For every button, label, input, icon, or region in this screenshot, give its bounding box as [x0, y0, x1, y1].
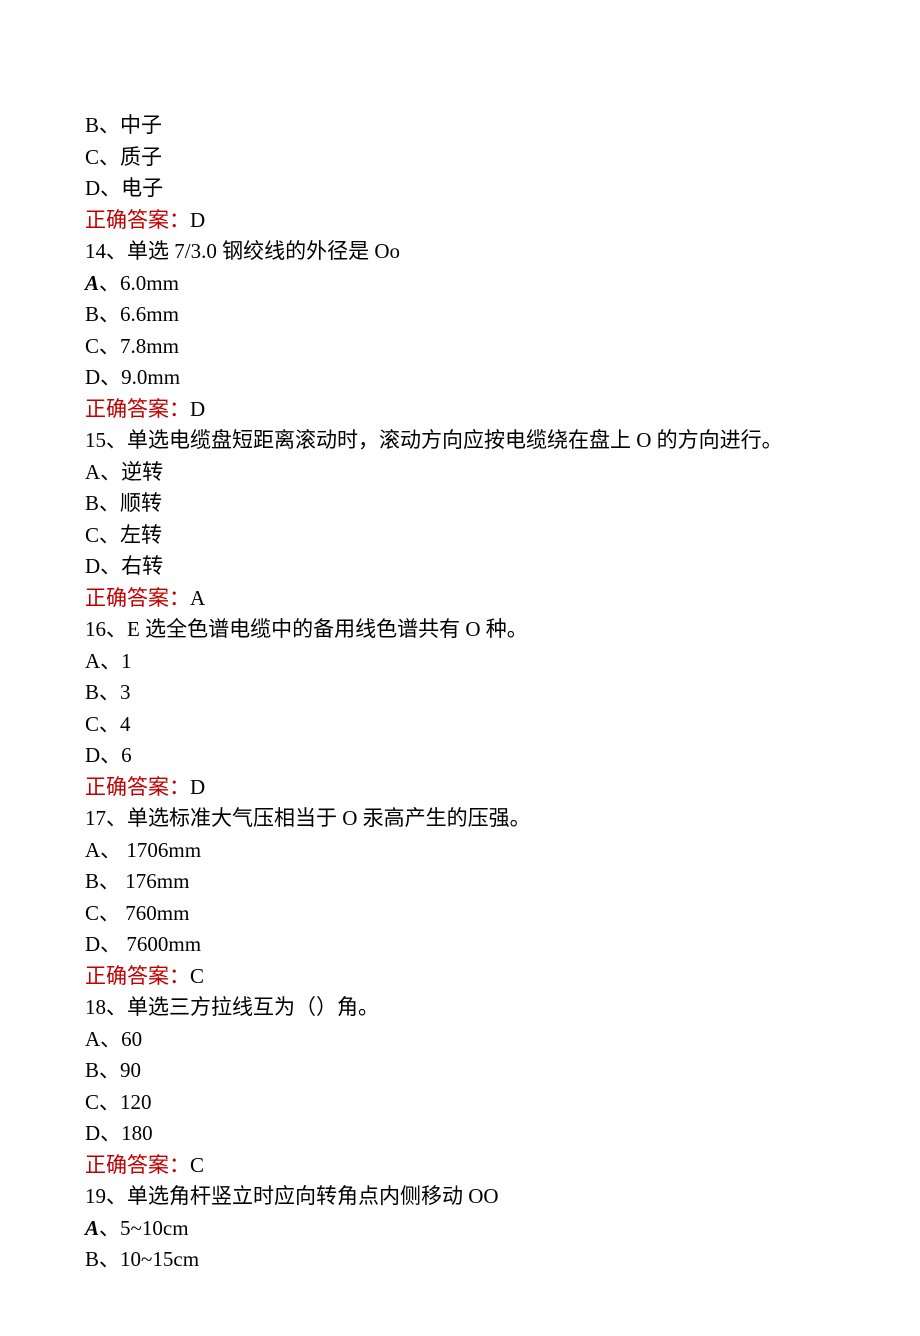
doc-line: B、中子 [85, 110, 835, 142]
text-content: A、1 [85, 649, 132, 673]
doc-line: D、右转 [85, 551, 835, 583]
answer-value: C [190, 964, 204, 988]
doc-line: C、4 [85, 709, 835, 741]
text-content: C、 760mm [85, 901, 189, 925]
doc-line: 正确答案：C [85, 961, 835, 993]
text-content: B、6.6mm [85, 302, 179, 326]
answer-value: D [190, 775, 205, 799]
text-content: D、6 [85, 743, 132, 767]
option-separator: 、 [99, 271, 120, 295]
option-value: 6.0mm [120, 271, 179, 295]
answer-label: 正确答案： [85, 775, 190, 799]
doc-line: B、3 [85, 677, 835, 709]
answer-value: D [190, 397, 205, 421]
doc-line: B、90 [85, 1055, 835, 1087]
text-content: C、120 [85, 1090, 152, 1114]
doc-line: D、 7600mm [85, 929, 835, 961]
text-content: A、逆转 [85, 460, 163, 484]
answer-value: D [190, 208, 205, 232]
doc-line: 19、单选角杆竖立时应向转角点内侧移动 OO [85, 1181, 835, 1213]
doc-line: A、60 [85, 1024, 835, 1056]
option-value: 5~10cm [120, 1216, 189, 1240]
answer-label: 正确答案： [85, 964, 190, 988]
text-content: B、3 [85, 680, 131, 704]
answer-value: A [190, 586, 205, 610]
doc-line: 17、单选标准大气压相当于 O 汞高产生的压强。 [85, 803, 835, 835]
doc-line: 15、单选电缆盘短距离滚动时，滚动方向应按电缆绕在盘上 O 的方向进行。 [85, 425, 835, 457]
text-content: D、右转 [85, 554, 163, 578]
text-content: C、7.8mm [85, 334, 179, 358]
text-content: 16、E 选全色谱电缆中的备用线色谱共有 O 种。 [85, 617, 528, 641]
text-content: D、 7600mm [85, 932, 201, 956]
doc-line: B、 176mm [85, 866, 835, 898]
text-content: B、10~15cm [85, 1247, 199, 1271]
text-content: 19、单选角杆竖立时应向转角点内侧移动 OO [85, 1184, 499, 1208]
doc-line: D、180 [85, 1118, 835, 1150]
text-content: 18、单选三方拉线互为（）角。 [85, 995, 379, 1019]
doc-line: 正确答案：D [85, 205, 835, 237]
text-content: C、4 [85, 712, 131, 736]
text-content: 17、单选标准大气压相当于 O 汞高产生的压强。 [85, 806, 531, 830]
doc-line: 正确答案：D [85, 394, 835, 426]
doc-line: C、7.8mm [85, 331, 835, 363]
text-content: A、 1706mm [85, 838, 201, 862]
doc-line: D、6 [85, 740, 835, 772]
answer-label: 正确答案： [85, 397, 190, 421]
doc-line: A、 1706mm [85, 835, 835, 867]
option-prefix: A [85, 1216, 99, 1240]
answer-label: 正确答案： [85, 208, 190, 232]
doc-line: 正确答案：C [85, 1150, 835, 1182]
doc-line: C、120 [85, 1087, 835, 1119]
answer-value: C [190, 1153, 204, 1177]
text-content: B、 176mm [85, 869, 189, 893]
text-content: D、9.0mm [85, 365, 180, 389]
text-content: 15、单选电缆盘短距离滚动时，滚动方向应按电缆绕在盘上 O 的方向进行。 [85, 428, 783, 452]
doc-line: A、1 [85, 646, 835, 678]
doc-line: 18、单选三方拉线互为（）角。 [85, 992, 835, 1024]
text-content: C、质子 [85, 145, 162, 169]
text-content: B、90 [85, 1058, 141, 1082]
document-page: B、中子C、质子D、电子正确答案：D14、单选 7/3.0 钢绞线的外径是 Oo… [0, 0, 920, 1336]
doc-line: D、9.0mm [85, 362, 835, 394]
doc-line: 正确答案：A [85, 583, 835, 615]
doc-line: B、顺转 [85, 488, 835, 520]
text-content: B、顺转 [85, 491, 162, 515]
doc-line: C、质子 [85, 142, 835, 174]
doc-line: A、6.0mm [85, 268, 835, 300]
doc-line: B、10~15cm [85, 1244, 835, 1276]
doc-line: C、 760mm [85, 898, 835, 930]
text-content: D、180 [85, 1121, 153, 1145]
text-content: 14、单选 7/3.0 钢绞线的外径是 Oo [85, 239, 400, 263]
doc-line: 16、E 选全色谱电缆中的备用线色谱共有 O 种。 [85, 614, 835, 646]
text-content: C、左转 [85, 523, 162, 547]
text-content: B、中子 [85, 113, 162, 137]
doc-line: C、左转 [85, 520, 835, 552]
answer-label: 正确答案： [85, 586, 190, 610]
doc-line: A、逆转 [85, 457, 835, 489]
text-content: A、60 [85, 1027, 142, 1051]
doc-line: A、5~10cm [85, 1213, 835, 1245]
doc-line: 14、单选 7/3.0 钢绞线的外径是 Oo [85, 236, 835, 268]
doc-line: D、电子 [85, 173, 835, 205]
option-prefix: A [85, 271, 99, 295]
doc-line: 正确答案：D [85, 772, 835, 804]
doc-line: B、6.6mm [85, 299, 835, 331]
text-content: D、电子 [85, 176, 163, 200]
answer-label: 正确答案： [85, 1153, 190, 1177]
option-separator: 、 [99, 1216, 120, 1240]
